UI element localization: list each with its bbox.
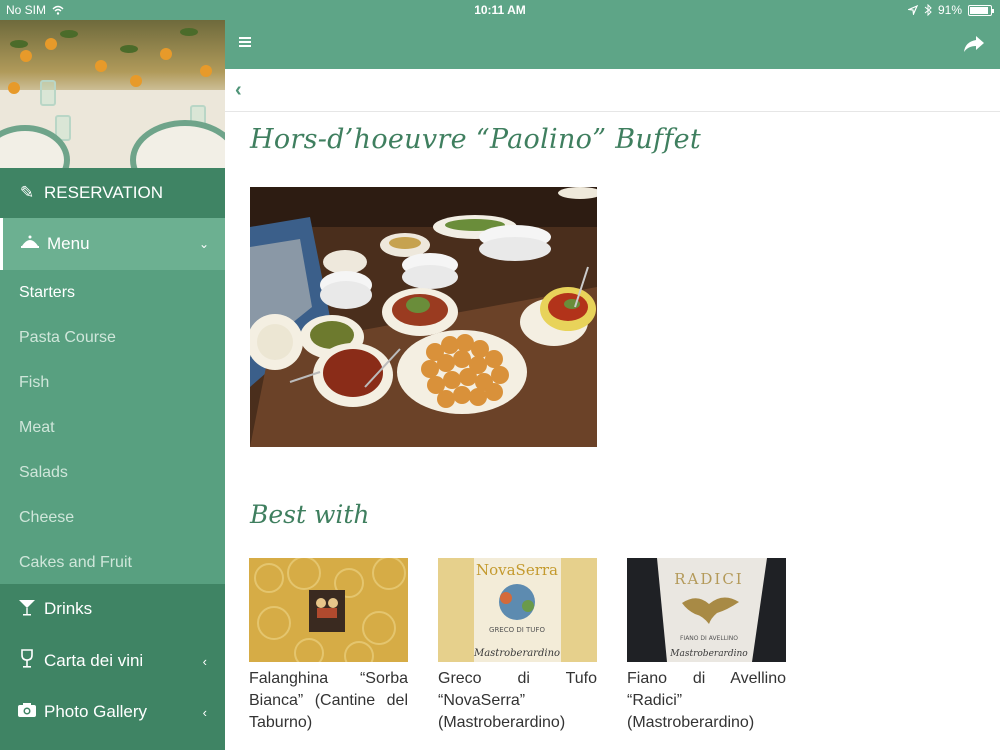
- submenu-item-salads[interactable]: Salads: [0, 450, 225, 495]
- cloche-icon: [19, 234, 41, 255]
- svg-text:NovaSerra: NovaSerra: [476, 561, 558, 579]
- sidebar-item-menu[interactable]: Menu ⌄: [0, 218, 225, 270]
- buffet-photo: [250, 187, 597, 447]
- wine-label-image: NovaSerra GRECO DI TUFO Mastroberardino: [438, 558, 597, 662]
- svg-text:Mastroberardino: Mastroberardino: [473, 648, 560, 659]
- wine-glass-icon: [16, 648, 38, 674]
- submenu-item-meat[interactable]: Meat: [0, 405, 225, 450]
- best-with-heading: Best with: [250, 500, 370, 529]
- sidebar-item-label: Carta dei vini: [44, 651, 144, 670]
- wine-caption: Falanghina “Sorba Bianca” (Cantine del T…: [249, 670, 408, 731]
- status-right: 91%: [907, 3, 994, 17]
- wine-label-image: [249, 558, 408, 662]
- chevron-left-icon: ‹: [202, 704, 207, 720]
- svg-text:FIANO DI AVELLINO: FIANO DI AVELLINO: [680, 635, 738, 642]
- wine-card[interactable]: Falanghina “Sorba Bianca” (Cantine del T…: [249, 558, 408, 734]
- status-time: 10:11 AM: [474, 3, 526, 17]
- cocktail-icon: [16, 598, 38, 621]
- battery-icon: [968, 4, 994, 16]
- share-icon[interactable]: [962, 34, 986, 54]
- top-bar: [225, 20, 1000, 69]
- submenu-item-fish[interactable]: Fish: [0, 360, 225, 405]
- wine-caption: Fiano di Avellino “Radici” (Mastroberard…: [627, 670, 786, 731]
- chevron-down-icon: ⌄: [198, 237, 209, 251]
- sidebar: ✎ RESERVATION Menu ⌄ Starters Pasta Cour…: [0, 20, 225, 750]
- sidebar-item-label: Drinks: [44, 599, 93, 618]
- battery-percent: 91%: [937, 3, 962, 17]
- sidebar-item-drinks[interactable]: Drinks: [0, 585, 225, 633]
- back-bar: ‹: [225, 69, 1000, 112]
- menu-submenu: Starters Pasta Course Fish Meat Salads C…: [0, 270, 225, 584]
- sidebar-item-label: RESERVATION: [44, 183, 164, 202]
- sidebar-item-reservation[interactable]: ✎ RESERVATION: [0, 168, 225, 218]
- status-bar: No SIM 10:11 AM 91%: [0, 0, 1000, 20]
- bluetooth-icon: [924, 4, 932, 16]
- location-icon: [907, 5, 918, 15]
- battery-fill: [970, 6, 989, 14]
- svg-text:RADICI: RADICI: [674, 570, 743, 588]
- hamburger-menu-icon[interactable]: [239, 37, 251, 47]
- svg-text:GRECO DI TUFO: GRECO DI TUFO: [489, 626, 545, 634]
- page-title: Hors-d’hoeuvre “Paolino” Buffet: [250, 124, 702, 155]
- sidebar-item-photo-gallery[interactable]: Photo Gallery ‹: [0, 687, 225, 737]
- pen-icon: ✎: [19, 183, 35, 202]
- chevron-left-icon: ‹: [202, 653, 207, 669]
- submenu-item-cheese[interactable]: Cheese: [0, 495, 225, 540]
- sidebar-item-carta-dei-vini[interactable]: Carta dei vini ‹: [0, 636, 225, 686]
- svg-text:Mastroberardino: Mastroberardino: [669, 649, 748, 659]
- submenu-item-pasta-course[interactable]: Pasta Course: [0, 315, 225, 360]
- wine-card[interactable]: NovaSerra GRECO DI TUFO Mastroberardino …: [438, 558, 597, 734]
- wine-caption: Greco di Tufo “NovaSerra” (Mastroberardi…: [438, 670, 597, 731]
- submenu-item-cakes-and-fruit[interactable]: Cakes and Fruit: [0, 540, 225, 585]
- camera-icon: [16, 702, 38, 723]
- back-chevron-icon[interactable]: ‹: [235, 79, 242, 102]
- sidebar-item-label: Menu: [47, 234, 90, 253]
- sidebar-item-label: Photo Gallery: [44, 702, 147, 721]
- wine-card[interactable]: RADICI FIANO DI AVELLINO Mastroberardino…: [627, 558, 786, 734]
- submenu-item-starters[interactable]: Starters: [0, 270, 225, 315]
- sidebar-header-image: [0, 20, 225, 168]
- wine-label-image: RADICI FIANO DI AVELLINO Mastroberardino: [627, 558, 786, 662]
